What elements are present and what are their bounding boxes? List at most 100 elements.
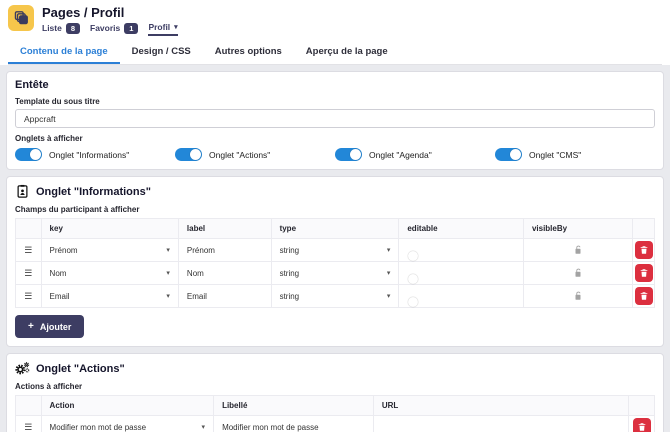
delete-row-button[interactable] [635,241,653,259]
toggle-knob [408,251,418,261]
toggle-switch[interactable] [495,148,522,161]
action-select[interactable]: Modifier mon mot de passe ▾ [50,423,206,432]
toggle-knob [30,149,41,160]
subnav-item-label: Favoris [90,23,120,33]
count-badge: 8 [66,23,80,34]
tab[interactable]: Autres options [203,40,294,64]
onglet-toggle-item: Onglet "Agenda" [335,148,495,161]
chevron-down-icon: ▾ [174,23,178,31]
col-type: type [271,219,399,239]
type-select[interactable]: string ▾ [280,246,391,255]
action-select-value: Modifier mon mot de passe [50,423,147,432]
onglet-toggle-item: Onglet "CMS" [495,148,655,161]
tab[interactable]: Contenu de la page [8,40,120,64]
tab[interactable]: Design / CSS [120,40,203,64]
app-icon [8,5,34,31]
delete-row-button[interactable] [633,418,651,432]
col-editable: editable [399,219,524,239]
toggle-switch[interactable] [175,148,202,161]
key-select[interactable]: Nom ▾ [50,269,170,278]
actions-card: Onglet "Actions" Actions à afficher Acti… [6,353,664,432]
actions-a-afficher-label: Actions à afficher [15,382,655,391]
drag-handle[interactable]: ☰ [24,268,32,278]
type-select[interactable]: string ▾ [280,269,391,278]
add-button-label: Ajouter [40,322,72,332]
chevron-down-icon: ▾ [166,269,170,277]
drag-handle[interactable]: ☰ [24,245,32,255]
table-row: ☰ Modifier mon mot de passe ▾ Modifier m… [16,416,655,432]
chevron-down-icon: ▾ [387,269,391,277]
table-row: ☰ Nom ▾ Nom string ▾ [16,262,655,285]
col-url: URL [373,396,629,416]
unlock-icon[interactable] [573,291,583,300]
informations-header-row: key label type editable visibleBy [16,219,655,239]
table-row: ☰ Email ▾ Email string ▾ [16,285,655,308]
type-select-value: string [280,246,300,255]
toggle-label: Onglet "Informations" [49,150,129,160]
toggle-knob [408,274,418,284]
col-drag [16,396,42,416]
type-select-value: string [280,292,300,301]
tab-bar: Contenu de la page Design / CSS Autres o… [8,40,662,65]
chevron-down-icon: ▾ [166,246,170,254]
informations-title: Onglet "Informations" [36,186,151,198]
page-title: Pages / Profil [42,5,178,20]
toggle-knob [350,149,361,160]
actions-header-row: Action Libellé URL [16,396,655,416]
col-label: label [178,219,271,239]
tab-label: Autres options [215,46,282,57]
toggle-label: Onglet "Agenda" [369,150,432,160]
tab-label: Aperçu de la page [306,46,388,57]
toggle-label: Onglet "Actions" [209,150,270,160]
main-content: Entête Template du sous titre Onglets à … [0,65,670,432]
key-select[interactable]: Email ▾ [50,292,170,301]
id-badge-icon [15,184,30,199]
subnav-item-label: Profil [148,22,170,32]
pages-icon [12,9,30,27]
subnav-item[interactable]: Profil ▾ [148,22,177,36]
tab-label: Contenu de la page [20,46,108,57]
gears-icon [15,361,30,376]
col-drag [16,219,42,239]
onglets-toggles: Onglet "Informations" Onglet "Actions" O… [15,148,655,161]
key-select[interactable]: Prénom ▾ [50,246,170,255]
unlock-icon[interactable] [573,245,583,254]
type-select-value: string [280,269,300,278]
template-sous-titre-label: Template du sous titre [15,97,655,106]
tab[interactable]: Aperçu de la page [294,40,400,64]
add-row-button[interactable]: + Ajouter [15,315,84,338]
chevron-down-icon: ▾ [387,292,391,300]
libelle-value: Modifier mon mot de passe [222,423,319,432]
chevron-down-icon: ▾ [166,292,170,300]
actions-table: Action Libellé URL ☰ Modifier mon mot de… [15,395,655,432]
col-libelle: Libellé [214,396,374,416]
col-delete [629,396,655,416]
key-select-value: Email [50,292,70,301]
delete-row-button[interactable] [635,287,653,305]
label-value: Nom [187,269,204,278]
subnav-item[interactable]: Favoris 1 [90,23,138,36]
label-value: Email [187,292,207,301]
subnav-item-label: Liste [42,23,62,33]
subnav: Liste 8 Favoris 1 Profil ▾ [42,22,178,36]
tab-label: Design / CSS [132,46,191,57]
toggle-knob [510,149,521,160]
table-row: ☰ Prénom ▾ Prénom string ▾ [16,239,655,262]
count-badge: 1 [124,23,138,34]
type-select[interactable]: string ▾ [280,292,391,301]
label-value: Prénom [187,246,215,255]
toggle-switch[interactable] [335,148,362,161]
entete-card: Entête Template du sous titre Onglets à … [6,71,664,170]
chevron-down-icon: ▾ [202,423,206,431]
delete-row-button[interactable] [635,264,653,282]
key-select-value: Prénom [50,246,78,255]
toggle-switch[interactable] [15,148,42,161]
drag-handle[interactable]: ☰ [24,291,32,301]
champs-participant-label: Champs du participant à afficher [15,205,655,214]
subnav-item[interactable]: Liste 8 [42,23,80,36]
drag-handle[interactable]: ☰ [24,422,32,432]
unlock-icon[interactable] [573,268,583,277]
onglets-a-afficher-label: Onglets à afficher [15,134,655,143]
template-sous-titre-input[interactable] [15,109,655,128]
chevron-down-icon: ▾ [387,246,391,254]
